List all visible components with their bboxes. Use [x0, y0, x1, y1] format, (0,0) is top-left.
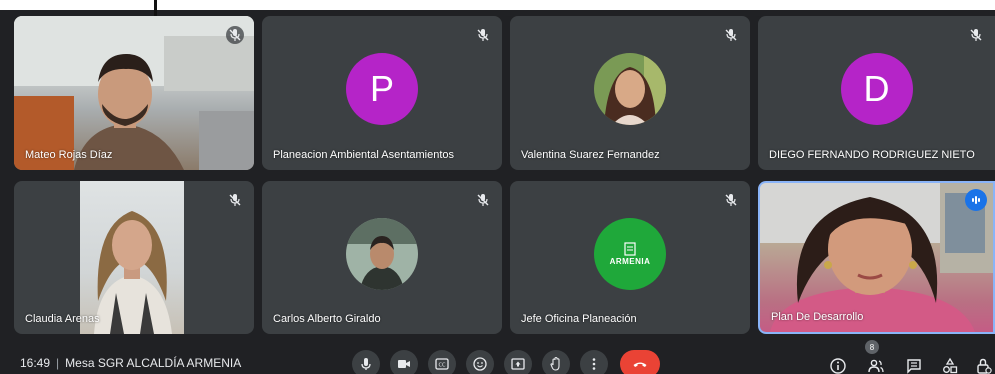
participant-video [80, 181, 184, 334]
host-controls-icon [977, 358, 992, 374]
mic-off-icon [474, 26, 492, 44]
participant-tile-mateo[interactable]: Mateo Rojas Díaz [14, 16, 254, 170]
avatar-photo [594, 53, 666, 125]
participant-tile-valentina[interactable]: Valentina Suarez Fernandez [510, 16, 750, 170]
participant-tile-carlos[interactable]: Carlos Alberto Giraldo [262, 181, 502, 334]
chat-button[interactable] [902, 354, 926, 374]
present-button[interactable] [504, 350, 532, 374]
info-button[interactable] [826, 354, 850, 374]
chat-icon [907, 359, 921, 374]
raise-hand-button[interactable] [542, 350, 570, 374]
meeting-time: 16:49 [20, 356, 51, 370]
emoji-icon [473, 357, 487, 371]
meeting-details[interactable]: 16:49 | Mesa SGR ALCALDÍA ARMENIA [20, 356, 241, 370]
mic-icon [361, 358, 371, 370]
avatar-letter: P [346, 53, 418, 125]
activities-button[interactable] [938, 354, 962, 374]
avatar-photo [346, 217, 418, 290]
mic-off-icon [226, 26, 244, 44]
participant-tile-diego[interactable]: D DIEGO FERNANDO RODRIGUEZ NIETO [758, 16, 995, 170]
logo-text: ARMENIA [609, 257, 651, 266]
more-options-icon [592, 358, 596, 370]
logo-emblem [624, 242, 636, 256]
more-options-button[interactable] [580, 350, 608, 374]
avatar-letter: D [840, 53, 913, 125]
mic-off-icon [722, 191, 740, 209]
participant-tile-planeacion[interactable]: P Planeacion Ambiental Asentamientos [262, 16, 502, 170]
camera-icon [398, 360, 410, 368]
captions-button[interactable]: CC [428, 350, 456, 374]
participant-name: Plan De Desarrollo [771, 311, 864, 323]
end-call-icon [633, 362, 647, 367]
participant-name: Mateo Rojas Díaz [25, 149, 113, 161]
participant-video [14, 16, 254, 170]
participant-video [760, 183, 993, 332]
participant-name: Carlos Alberto Giraldo [273, 313, 381, 325]
emoji-button[interactable] [466, 350, 494, 374]
speaking-indicator-icon [965, 189, 987, 211]
present-icon [511, 358, 525, 370]
meeting-toolbar: 16:49 | Mesa SGR ALCALDÍA ARMENIA CC 8 [0, 340, 995, 374]
activities-icon [943, 357, 958, 374]
meeting-title: Mesa SGR ALCALDÍA ARMENIA [65, 356, 242, 370]
participant-tile-jefe[interactable]: ARMENIA Jefe Oficina Planeación [510, 181, 750, 334]
participant-tile-plan-desarrollo[interactable]: Plan De Desarrollo [758, 181, 995, 334]
mic-off-icon [226, 191, 244, 209]
mic-button[interactable] [352, 350, 380, 374]
participant-name: DIEGO FERNANDO RODRIGUEZ NIETO [769, 149, 975, 161]
participant-tile-claudia[interactable]: Claudia Arenas [14, 181, 254, 334]
mic-off-icon [722, 26, 740, 44]
raise-hand-icon [550, 356, 560, 371]
host-controls-button[interactable] [972, 354, 995, 374]
mic-off-icon [967, 26, 985, 44]
end-call-button[interactable] [620, 350, 660, 374]
participant-name: Jefe Oficina Planeación [521, 313, 637, 325]
top-edge-bar [0, 0, 995, 20]
participant-name: Claudia Arenas [25, 313, 100, 325]
participant-count-badge: 8 [865, 340, 879, 354]
participant-grid: Mateo Rojas Díaz P Planeacion Ambiental … [14, 16, 995, 334]
captions-icon: CC [435, 358, 449, 370]
meeting-info-separator: | [56, 356, 60, 370]
people-button[interactable]: 8 [864, 340, 888, 374]
participant-name: Valentina Suarez Fernandez [521, 149, 660, 161]
info-icon [830, 358, 846, 374]
participant-name: Planeacion Ambiental Asentamientos [273, 149, 455, 161]
people-icon [868, 359, 884, 373]
alcaldia-logo: ARMENIA [594, 217, 666, 290]
mic-off-icon [474, 191, 492, 209]
svg-text:CC: CC [439, 363, 446, 369]
camera-button[interactable] [390, 350, 418, 374]
